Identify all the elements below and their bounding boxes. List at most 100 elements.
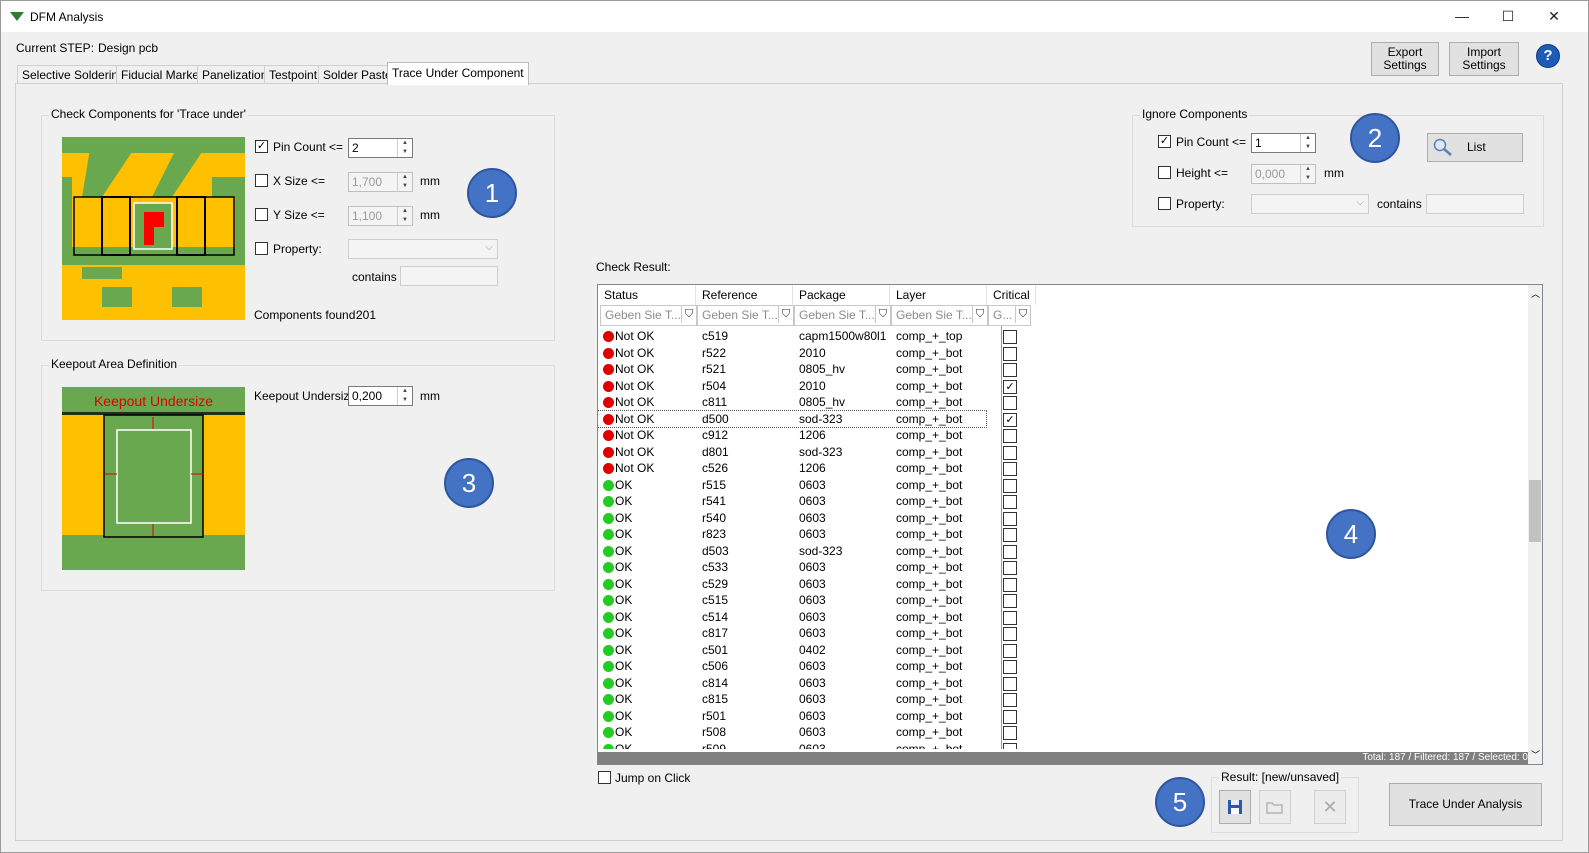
ignore-pin-count-input[interactable]: 1 ▲ ▼ xyxy=(1251,133,1316,153)
critical-checkbox[interactable] xyxy=(1003,462,1017,476)
table-row[interactable]: Not OK c811 0805_hv comp_+_bot xyxy=(598,394,1017,411)
critical-checkbox[interactable] xyxy=(1003,429,1017,443)
ignore-property-select[interactable]: ⌵ xyxy=(1251,194,1369,214)
column-header-package[interactable]: Package xyxy=(793,285,890,305)
filter-layer[interactable]: Geben Sie T... ⛉ xyxy=(891,305,988,326)
table-row[interactable]: Not OK r521 0805_hv comp_+_bot xyxy=(598,361,1017,378)
close-button[interactable]: ✕ xyxy=(1531,1,1577,32)
spinner-arrows-icon[interactable]: ▲ ▼ xyxy=(1300,134,1315,152)
tab-solder-paste[interactable]: Solder Paste xyxy=(318,65,397,84)
critical-checkbox[interactable] xyxy=(1003,627,1017,641)
spinner-arrows-icon[interactable]: ▲ ▼ xyxy=(397,139,412,157)
critical-checkbox[interactable] xyxy=(1003,363,1017,377)
table-row[interactable]: OK c529 0603 comp_+_bot xyxy=(598,576,1017,593)
filter-package[interactable]: Geben Sie T... ⛉ xyxy=(794,305,891,326)
column-header-reference[interactable]: Reference xyxy=(696,285,793,305)
property-select[interactable]: ⌵ xyxy=(348,239,498,259)
filter-icon[interactable]: ⛉ xyxy=(1015,306,1030,323)
table-row[interactable]: Not OK d801 sod-323 comp_+_bot xyxy=(598,444,1017,461)
critical-checkbox[interactable] xyxy=(1003,544,1017,559)
column-header-layer[interactable]: Layer xyxy=(890,285,987,305)
table-row[interactable]: OK r501 0603 comp_+_bot xyxy=(598,708,1017,725)
table-row[interactable]: Not OK r522 2010 comp_+_bot xyxy=(598,345,1017,362)
filter-critical[interactable]: G... ⛉ xyxy=(988,305,1031,326)
scroll-up-icon[interactable]: ︿ xyxy=(1531,287,1540,300)
import-settings-button[interactable]: Import Settings xyxy=(1449,42,1519,76)
spinner-arrows-icon[interactable]: ▲ ▼ xyxy=(397,207,412,225)
filter-icon[interactable]: ⛉ xyxy=(875,306,890,323)
keepout-undersize-input[interactable]: 0,200 ▲ ▼ xyxy=(348,386,413,406)
list-button[interactable]: List xyxy=(1427,133,1523,162)
ignore-height-input[interactable]: 0,000 ▲ ▼ xyxy=(1251,164,1316,184)
table-row[interactable]: OK r823 0603 comp_+_bot xyxy=(598,526,1017,543)
table-row[interactable]: OK c501 0402 comp_+_bot xyxy=(598,642,1017,659)
filter-icon[interactable]: ⛉ xyxy=(778,306,793,323)
critical-checkbox[interactable] xyxy=(1003,396,1017,410)
spinner-arrows-icon[interactable]: ▲ ▼ xyxy=(397,387,412,405)
critical-checkbox[interactable] xyxy=(1003,610,1017,625)
critical-checkbox[interactable]: ✓ xyxy=(1003,412,1017,427)
property-contains-input[interactable] xyxy=(400,266,498,286)
critical-checkbox[interactable] xyxy=(1003,643,1017,658)
critical-checkbox[interactable] xyxy=(1003,495,1017,509)
table-row[interactable]: Not OK r504 2010 comp_+_bot ✓ xyxy=(598,378,1017,395)
ignore-pin-count-checkbox[interactable]: ✓ xyxy=(1158,135,1171,148)
critical-checkbox[interactable] xyxy=(1003,511,1017,526)
critical-checkbox[interactable] xyxy=(1003,478,1017,493)
property-checkbox[interactable] xyxy=(255,242,268,255)
table-row[interactable]: OK r515 0603 comp_+_bot xyxy=(598,477,1017,494)
table-row[interactable]: OK r509 0603 comp_+_bot xyxy=(598,741,1017,749)
critical-checkbox[interactable] xyxy=(1003,346,1017,361)
ignore-property-checkbox[interactable] xyxy=(1158,197,1171,210)
help-icon[interactable]: ? xyxy=(1536,44,1560,68)
table-row[interactable]: OK r508 0603 comp_+_bot xyxy=(598,724,1017,741)
critical-checkbox[interactable] xyxy=(1003,528,1017,542)
table-row[interactable]: OK c506 0603 comp_+_bot xyxy=(598,658,1017,675)
tab-trace-under-component[interactable]: Trace Under Component xyxy=(387,62,529,85)
table-row[interactable]: OK d503 sod-323 comp_+_bot xyxy=(598,543,1017,560)
table-row[interactable]: OK c814 0603 comp_+_bot xyxy=(598,675,1017,692)
critical-checkbox[interactable] xyxy=(1003,693,1017,707)
critical-checkbox[interactable] xyxy=(1003,726,1017,740)
table-row[interactable]: OK c817 0603 comp_+_bot xyxy=(598,625,1017,642)
ignore-height-checkbox[interactable] xyxy=(1158,166,1171,179)
y-size-input[interactable]: 1,100 ▲ ▼ xyxy=(348,206,413,226)
critical-checkbox[interactable] xyxy=(1003,742,1017,749)
column-header-critical[interactable]: Critical xyxy=(987,285,1036,305)
table-row[interactable]: Not OK c526 1206 comp_+_bot xyxy=(598,460,1017,477)
critical-checkbox[interactable] xyxy=(1003,445,1017,460)
maximize-button[interactable]: ☐ xyxy=(1485,1,1531,32)
jump-on-click-checkbox[interactable] xyxy=(598,771,611,784)
critical-checkbox[interactable] xyxy=(1003,330,1017,344)
save-result-button[interactable] xyxy=(1219,790,1251,824)
tab-testpoint[interactable]: Testpoint xyxy=(264,65,323,84)
pin-count-checkbox[interactable]: ✓ xyxy=(255,140,268,153)
table-row[interactable]: OK r540 0603 comp_+_bot xyxy=(598,510,1017,527)
critical-checkbox[interactable] xyxy=(1003,676,1017,691)
column-header-status[interactable]: Status xyxy=(598,285,696,305)
check-result-grid[interactable]: Status Reference Package Layer Critical … xyxy=(597,284,1543,765)
critical-checkbox[interactable] xyxy=(1003,561,1017,575)
tab-fiducial-marker[interactable]: Fiducial Marker xyxy=(116,65,209,84)
pin-count-input[interactable]: 2 ▲ ▼ xyxy=(348,138,413,158)
tab-panelization[interactable]: Panelization xyxy=(197,65,273,84)
filter-reference[interactable]: Geben Sie T... ⛉ xyxy=(697,305,794,326)
trace-under-analysis-button[interactable]: Trace Under Analysis xyxy=(1389,783,1542,826)
filter-icon[interactable]: ⛉ xyxy=(681,306,696,323)
x-size-checkbox[interactable] xyxy=(255,174,268,187)
scroll-down-icon[interactable]: ﹀ xyxy=(1531,748,1540,761)
open-result-button[interactable] xyxy=(1259,790,1291,824)
table-row[interactable]: Not OK c519 capm1500w80l1... comp_+_top xyxy=(598,328,1017,345)
table-row[interactable]: Not OK c912 1206 comp_+_bot xyxy=(598,427,1017,444)
filter-status[interactable]: Geben Sie T... ⛉ xyxy=(600,305,697,326)
y-size-checkbox[interactable] xyxy=(255,208,268,221)
table-row[interactable]: OK c533 0603 comp_+_bot xyxy=(598,559,1017,576)
scroll-thumb[interactable] xyxy=(1529,480,1541,542)
ignore-contains-input[interactable] xyxy=(1426,194,1524,214)
critical-checkbox[interactable] xyxy=(1003,709,1017,724)
export-settings-button[interactable]: Export Settings xyxy=(1371,42,1439,76)
table-row[interactable]: Not OK d500 sod-323 comp_+_bot ✓ xyxy=(598,409,1017,428)
tab-selective-soldering[interactable]: Selective Soldering xyxy=(17,65,130,84)
grid-scrollbar[interactable]: ︿ ﹀ xyxy=(1528,285,1542,764)
table-row[interactable]: OK c515 0603 comp_+_bot xyxy=(598,592,1017,609)
